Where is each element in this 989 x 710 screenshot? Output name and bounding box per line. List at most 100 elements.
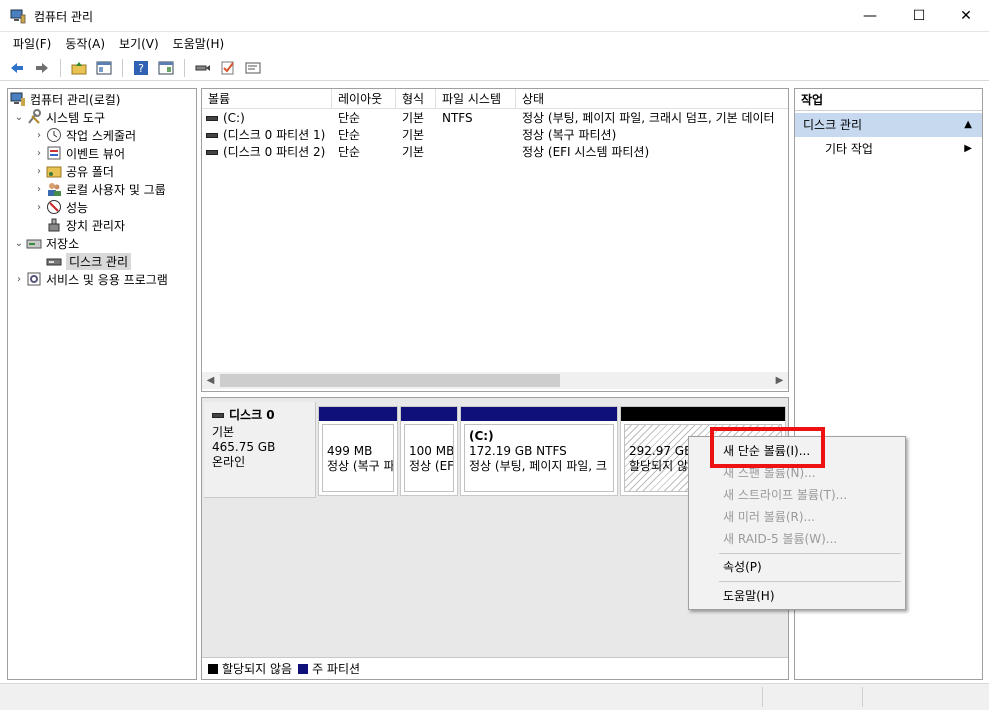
- minimize-button[interactable]: —: [847, 0, 893, 32]
- menu-action[interactable]: 동작(A): [58, 35, 112, 52]
- show-hide-tree-icon[interactable]: [93, 57, 115, 79]
- tree-item-label: 작업 스케줄러: [66, 128, 137, 143]
- partition-efi[interactable]: 100 MB 정상 (EF: [400, 406, 458, 496]
- menu-separator: [719, 581, 901, 582]
- tree-item-label: 이벤트 뷰어: [66, 146, 126, 161]
- table-row[interactable]: (디스크 0 파티션 2) 단순 기본 정상 (EFI 시스템 파티션): [202, 144, 788, 161]
- back-arrow-icon[interactable]: [6, 57, 28, 79]
- chevron-right-icon[interactable]: ›: [32, 166, 46, 177]
- menu-view[interactable]: 보기(V): [112, 35, 166, 52]
- scrollbar-thumb[interactable]: [220, 374, 560, 387]
- tree-item-system-tools[interactable]: ⌄ 시스템 도구: [12, 108, 105, 126]
- status-bar: [0, 683, 989, 710]
- table-row[interactable]: (C:) 단순 기본 NTFS 정상 (부팅, 페이지 파일, 크래시 덤프, …: [202, 110, 788, 127]
- tree-item-task-scheduler[interactable]: › 작업 스케줄러: [32, 126, 136, 144]
- forward-arrow-icon[interactable]: [31, 57, 53, 79]
- computer-management-icon: [10, 91, 26, 107]
- performance-icon: [46, 199, 62, 215]
- cell-type: 기본: [402, 145, 425, 159]
- properties-icon[interactable]: [242, 57, 264, 79]
- chevron-right-icon[interactable]: ›: [32, 148, 46, 159]
- more-actions-label: 기타 작업: [825, 142, 873, 156]
- chevron-down-icon[interactable]: ⌄: [12, 238, 26, 249]
- partition-band: [621, 407, 785, 421]
- partition-c[interactable]: (C:) 172.19 GB NTFS 정상 (부팅, 페이지 파일, 크: [460, 406, 618, 496]
- chevron-right-icon[interactable]: ›: [32, 202, 46, 213]
- table-row[interactable]: (디스크 0 파티션 1) 단순 기본 정상 (복구 파티션): [202, 127, 788, 144]
- tree-item-label: 서비스 및 응용 프로그램: [46, 272, 168, 287]
- menu-file[interactable]: 파일(F): [6, 35, 58, 52]
- tree-item-event-viewer[interactable]: › 이벤트 뷰어: [32, 144, 125, 162]
- chevron-down-icon[interactable]: ⌄: [12, 112, 26, 123]
- disk-icon: [212, 413, 224, 418]
- tree-item-root[interactable]: 컴퓨터 관리(로컬): [10, 90, 120, 108]
- connect-icon[interactable]: [192, 57, 214, 79]
- toolbar-separator: [184, 58, 185, 77]
- cell-filesystem: [442, 144, 516, 161]
- tree-item-label: 장치 관리자: [66, 218, 126, 233]
- toolbar-separator: [60, 58, 61, 77]
- scroll-right-icon[interactable]: ▶: [771, 372, 788, 389]
- actions-section-disk-management[interactable]: 디스크 관리 ▲: [795, 113, 982, 137]
- tree-item-disk-management[interactable]: 디스크 관리: [46, 252, 132, 270]
- more-actions-item[interactable]: 기타 작업 ▶: [795, 139, 982, 159]
- close-button[interactable]: ✕: [943, 0, 989, 32]
- menu-properties[interactable]: 속성(P): [689, 556, 905, 578]
- computer-management-icon: [10, 9, 26, 24]
- tree-item-label: 공유 폴더: [66, 164, 114, 179]
- column-header-layout[interactable]: 레이아웃: [332, 89, 396, 109]
- partition-recovery[interactable]: 499 MB 정상 (복구 파: [318, 406, 398, 496]
- disk-size: 465.75 GB: [212, 440, 276, 454]
- column-header-filesystem[interactable]: 파일 시스템: [436, 89, 516, 109]
- chevron-right-icon[interactable]: ›: [32, 184, 46, 195]
- toolbar-separator: [122, 58, 123, 77]
- partition-body: 499 MB 정상 (복구 파: [322, 424, 394, 492]
- tree-item-local-users[interactable]: › 로컬 사용자 및 그룹: [32, 180, 166, 198]
- partition-size: 499 MB: [327, 444, 373, 458]
- scroll-left-icon[interactable]: ◀: [202, 372, 219, 389]
- annotation-highlight-box: [710, 427, 825, 468]
- menu-new-striped-volume[interactable]: 새 스트라이프 볼륨(T)...: [689, 484, 905, 506]
- disk-info[interactable]: 디스크 0 기본 465.75 GB 온라인: [204, 402, 316, 498]
- menu-new-raid5-volume[interactable]: 새 RAID-5 볼륨(W)...: [689, 528, 905, 550]
- up-folder-icon[interactable]: [68, 57, 90, 79]
- clock-icon: [46, 127, 62, 143]
- tree-item-storage[interactable]: ⌄ 저장소: [12, 234, 79, 252]
- tree-item-label: 로컬 사용자 및 그룹: [66, 182, 166, 197]
- cell-volume: (디스크 0 파티션 1): [206, 127, 332, 144]
- legend-primary-swatch: [298, 663, 309, 674]
- tree-item-device-manager[interactable]: 장치 관리자: [46, 216, 125, 234]
- tree-item-label: 성능: [66, 200, 89, 215]
- cell-type: 기본: [402, 111, 425, 125]
- menu-new-mirror-volume[interactable]: 새 미러 볼륨(R)...: [689, 506, 905, 528]
- services-icon: [26, 271, 42, 287]
- legend-unallocated-swatch: [208, 663, 218, 674]
- show-hide-action-icon[interactable]: [155, 57, 177, 79]
- help-icon[interactable]: ?: [130, 57, 152, 79]
- column-header-status[interactable]: 상태: [516, 89, 788, 109]
- tree-item-performance[interactable]: › 성능: [32, 198, 88, 216]
- chevron-right-icon[interactable]: ›: [12, 274, 26, 285]
- volume-list-header: 볼륨 레이아웃 형식 파일 시스템 상태: [202, 89, 788, 109]
- partition-status: 정상 (부팅, 페이지 파일, 크: [469, 459, 607, 473]
- partition-size: 172.19 GB NTFS: [469, 444, 567, 458]
- volume-list: 볼륨 레이아웃 형식 파일 시스템 상태 (C:) 단순 기본 NTFS 정상 …: [201, 88, 789, 392]
- horizontal-scrollbar[interactable]: ◀ ▶: [202, 372, 788, 389]
- maximize-button[interactable]: ☐: [896, 0, 942, 32]
- chevron-right-icon[interactable]: ›: [32, 130, 46, 141]
- menu-help-item[interactable]: 도움말(H): [689, 585, 905, 607]
- tree-item-label: 컴퓨터 관리(로컬): [30, 92, 121, 107]
- menu-separator: [719, 553, 901, 554]
- tree-item-shared-folders[interactable]: › 공유 폴더: [32, 162, 114, 180]
- check-icon[interactable]: [217, 57, 239, 79]
- cell-filesystem: [442, 127, 516, 144]
- partition-band: [401, 407, 457, 421]
- column-header-volume[interactable]: 볼륨: [202, 89, 332, 109]
- actions-section-label: 디스크 관리: [803, 118, 863, 132]
- column-header-type[interactable]: 형식: [396, 89, 436, 109]
- tree-item-services[interactable]: › 서비스 및 응용 프로그램: [12, 270, 168, 288]
- collapse-icon[interactable]: ▲: [964, 113, 972, 137]
- menu-bar: 파일(F) 동작(A) 보기(V) 도움말(H): [0, 32, 989, 54]
- partition-band: [461, 407, 617, 421]
- menu-help[interactable]: 도움말(H): [166, 35, 232, 52]
